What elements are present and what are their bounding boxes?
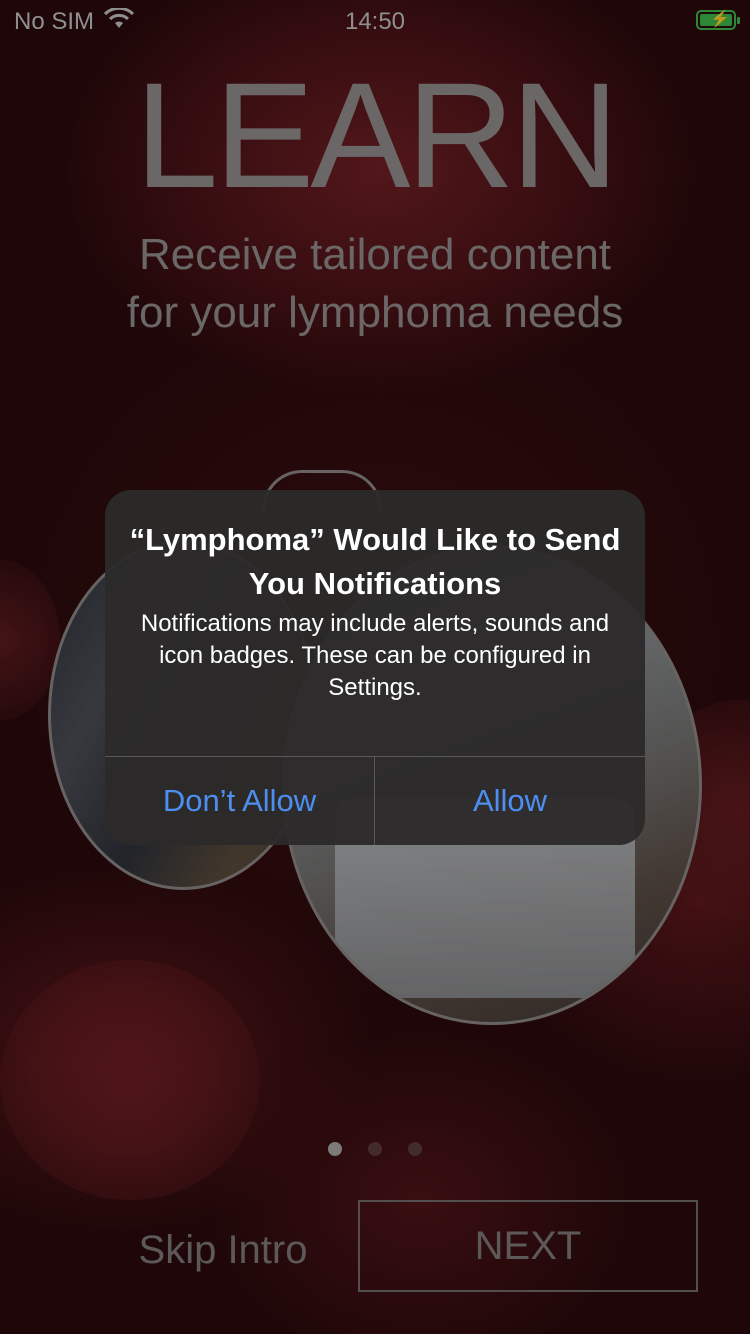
dont-allow-button[interactable]: Don’t Allow: [105, 757, 374, 845]
alert-title: “Lymphoma” Would Like to Send You Notifi…: [129, 522, 621, 601]
allow-button[interactable]: Allow: [375, 757, 645, 845]
notification-permission-alert: “Lymphoma” Would Like to Send You Notifi…: [105, 490, 645, 845]
alert-message: Notifications may include alerts, sounds…: [140, 610, 610, 701]
